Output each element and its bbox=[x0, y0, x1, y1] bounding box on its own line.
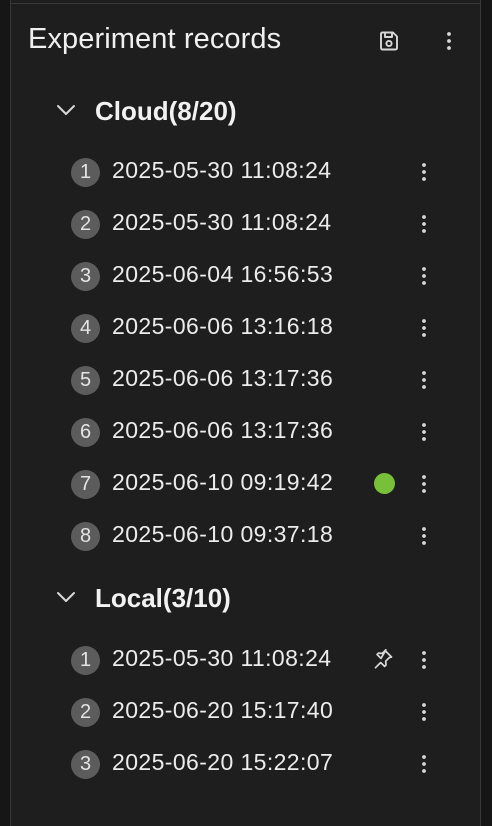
record-more-button[interactable] bbox=[412, 158, 436, 186]
group-local-label: Local(3/10) bbox=[95, 583, 231, 613]
more-vertical-icon bbox=[422, 319, 426, 337]
record-timestamp: 2025-05-30 11:08:24 bbox=[112, 209, 332, 235]
record-row[interactable]: 7 2025-06-10 09:19:42 bbox=[11, 458, 480, 510]
record-timestamp: 2025-06-06 13:17:36 bbox=[112, 365, 334, 391]
record-more-button[interactable] bbox=[412, 262, 436, 290]
record-more-button[interactable] bbox=[412, 646, 436, 674]
record-index-badge: 3 bbox=[71, 262, 100, 291]
group-cloud-list: 1 2025-05-30 11:08:24 2 2025-05-30 11:08:24… bbox=[11, 146, 480, 562]
record-row[interactable]: 5 2025-06-06 13:17:36 bbox=[11, 354, 480, 406]
chevron-down-icon bbox=[57, 105, 75, 115]
panel-more-button[interactable] bbox=[434, 26, 464, 56]
record-timestamp: 2025-06-06 13:16:18 bbox=[112, 313, 334, 339]
record-more-button[interactable] bbox=[412, 470, 436, 498]
record-index-badge: 6 bbox=[71, 418, 100, 447]
record-more-button[interactable] bbox=[412, 314, 436, 342]
more-vertical-icon bbox=[422, 215, 426, 233]
more-vertical-icon bbox=[422, 163, 426, 181]
record-index-badge: 5 bbox=[71, 366, 100, 395]
more-vertical-icon bbox=[422, 703, 426, 721]
record-more-button[interactable] bbox=[412, 698, 436, 726]
save-icon bbox=[380, 31, 398, 51]
group-local-header[interactable]: Local(3/10) bbox=[11, 577, 480, 617]
group-cloud-header[interactable]: Cloud(8/20) bbox=[11, 90, 480, 130]
record-index-badge: 1 bbox=[71, 646, 100, 675]
record-more-button[interactable] bbox=[412, 366, 436, 394]
more-vertical-icon bbox=[422, 371, 426, 389]
more-vertical-icon bbox=[422, 475, 426, 493]
group-cloud: Cloud(8/20) 1 2025-05-30 11:08:24 2 2025-05… bbox=[11, 90, 480, 562]
panel-top-divider bbox=[11, 0, 480, 4]
record-row[interactable]: 4 2025-06-06 13:16:18 bbox=[11, 302, 480, 354]
status-dot-icon bbox=[374, 473, 395, 494]
record-row[interactable]: 1 2025-05-30 11:08:24 bbox=[11, 634, 480, 686]
record-row[interactable]: 8 2025-06-10 09:37:18 bbox=[11, 510, 480, 562]
more-vertical-icon bbox=[422, 527, 426, 545]
record-index-badge: 7 bbox=[71, 470, 100, 499]
group-local: Local(3/10) 1 2025-05-30 11:08:24 2 2025-06… bbox=[11, 577, 480, 790]
chevron-down-icon bbox=[57, 592, 75, 602]
record-index-badge: 4 bbox=[71, 314, 100, 343]
record-index-badge: 8 bbox=[71, 522, 100, 551]
record-index-badge: 2 bbox=[71, 210, 100, 239]
experiment-records-panel: Experiment records Cloud(8/20) 1 2025-05-… bbox=[10, 0, 481, 826]
record-more-button[interactable] bbox=[412, 522, 436, 550]
record-index-badge: 3 bbox=[71, 750, 100, 779]
save-button[interactable] bbox=[374, 26, 404, 56]
record-index-badge: 2 bbox=[71, 698, 100, 727]
record-row[interactable]: 6 2025-06-06 13:17:36 bbox=[11, 406, 480, 458]
more-vertical-icon bbox=[422, 423, 426, 441]
record-row[interactable]: 2 2025-05-30 11:08:24 bbox=[11, 198, 480, 250]
record-timestamp: 2025-06-20 15:22:07 bbox=[112, 749, 334, 775]
record-row[interactable]: 3 2025-06-04 16:56:53 bbox=[11, 250, 480, 302]
more-vertical-icon bbox=[422, 267, 426, 285]
record-more-button[interactable] bbox=[412, 750, 436, 778]
more-vertical-icon bbox=[422, 651, 426, 669]
panel-title: Experiment records bbox=[28, 23, 282, 55]
more-vertical-icon bbox=[447, 32, 451, 50]
record-timestamp: 2025-06-10 09:37:18 bbox=[112, 521, 334, 547]
record-index-badge: 1 bbox=[71, 158, 100, 187]
record-timestamp: 2025-05-30 11:08:24 bbox=[112, 645, 332, 671]
record-more-button[interactable] bbox=[412, 418, 436, 446]
group-cloud-label: Cloud(8/20) bbox=[95, 96, 237, 126]
record-timestamp: 2025-06-06 13:17:36 bbox=[112, 417, 334, 443]
record-row[interactable]: 3 2025-06-20 15:22:07 bbox=[11, 738, 480, 790]
record-row[interactable]: 2 2025-06-20 15:17:40 bbox=[11, 686, 480, 738]
record-timestamp: 2025-06-04 16:56:53 bbox=[112, 261, 334, 287]
record-timestamp: 2025-06-20 15:17:40 bbox=[112, 697, 334, 723]
record-timestamp: 2025-06-10 09:19:42 bbox=[112, 469, 334, 495]
record-timestamp: 2025-05-30 11:08:24 bbox=[112, 157, 332, 183]
pin-icon[interactable] bbox=[371, 647, 395, 671]
group-local-list: 1 2025-05-30 11:08:24 2 2025-06-20 15:17:40… bbox=[11, 634, 480, 790]
more-vertical-icon bbox=[422, 755, 426, 773]
record-more-button[interactable] bbox=[412, 210, 436, 238]
panel-header: Experiment records bbox=[11, 18, 480, 64]
record-row[interactable]: 1 2025-05-30 11:08:24 bbox=[11, 146, 480, 198]
